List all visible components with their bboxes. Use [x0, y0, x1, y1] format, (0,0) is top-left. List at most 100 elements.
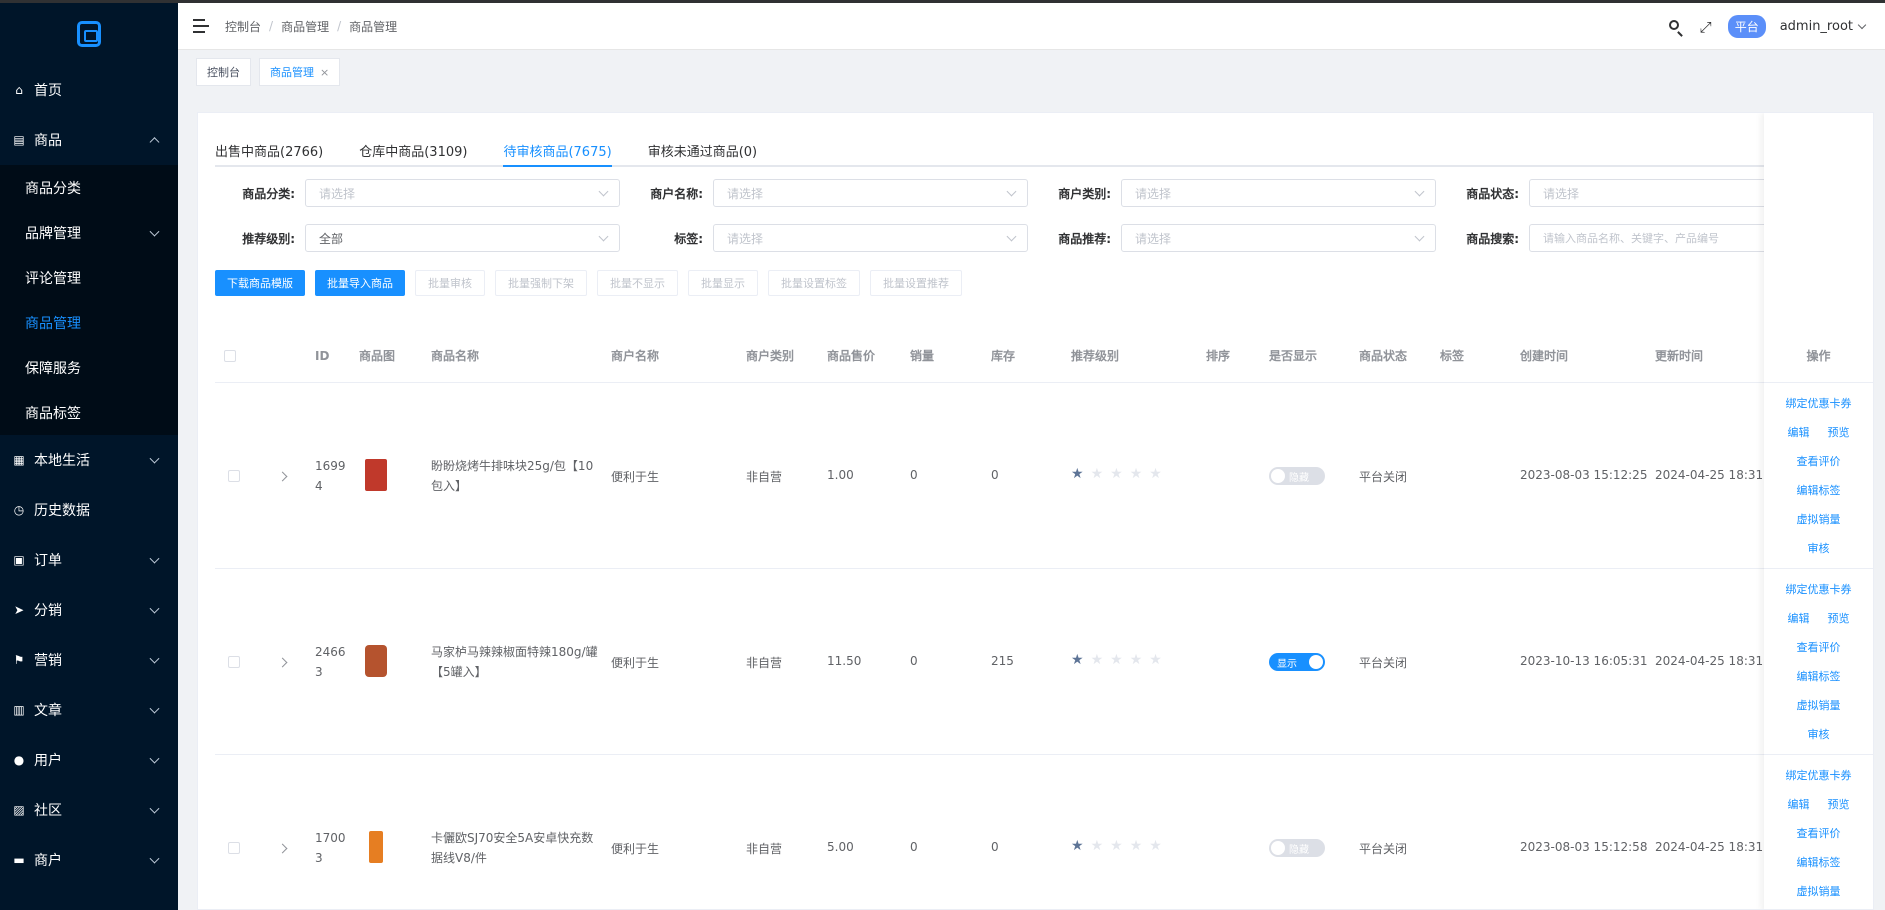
star-icon[interactable]: ★	[1071, 838, 1084, 854]
sidebar-subitem-goods-manage[interactable]: 商品管理	[0, 300, 178, 345]
tab-warehouse[interactable]: 仓库中商品(3109)	[359, 133, 467, 165]
table-row[interactable]: 1699 4 盼盼烧烤牛排味块25g/包【10 包入】 便利于生 非自营 1.00 …	[215, 383, 1855, 569]
edit-link[interactable]: 编辑	[1788, 610, 1810, 626]
bind-coupon-link[interactable]: 绑定优惠卡券	[1786, 767, 1852, 783]
sidebar-subitem-category[interactable]: 商品分类	[0, 165, 178, 210]
star-icon[interactable]: ★	[1130, 652, 1143, 668]
sidebar-item-marketing[interactable]: ⚑ 营销	[0, 635, 178, 685]
table-row[interactable]: 1700 3 卡儷欧SJ70安全5A安卓快充数 据线V8/件 便利于生 非自营 5.…	[215, 755, 1855, 909]
virtual-sales-link[interactable]: 虚拟销量	[1797, 511, 1841, 527]
sidebar-item-home[interactable]: ⌂ 首页	[0, 65, 178, 115]
edit-tag-link[interactable]: 编辑标签	[1797, 482, 1841, 498]
view-reviews-link[interactable]: 查看评价	[1797, 639, 1841, 655]
sidebar-subitem-brand[interactable]: 品牌管理	[0, 210, 178, 255]
show-toggle[interactable]: 隐藏	[1269, 839, 1325, 857]
edit-tag-link[interactable]: 编辑标签	[1797, 854, 1841, 870]
view-reviews-link[interactable]: 查看评价	[1797, 825, 1841, 841]
tag-goods-manage[interactable]: 商品管理 ×	[259, 58, 341, 86]
product-thumbnail[interactable]	[369, 831, 383, 863]
preview-link[interactable]: 预览	[1828, 424, 1850, 440]
merchant-name-select[interactable]: 请选择	[713, 179, 1028, 207]
expand-row-icon[interactable]	[277, 657, 288, 668]
batch-hide-button[interactable]: 批量不显示	[597, 270, 678, 296]
expand-row-icon[interactable]	[277, 843, 288, 854]
row-checkbox[interactable]	[228, 656, 240, 668]
row-checkbox[interactable]	[228, 470, 240, 482]
edit-link[interactable]: 编辑	[1788, 424, 1810, 440]
tab-pending-review[interactable]: 待审核商品(7675)	[503, 133, 612, 167]
tab-rejected[interactable]: 审核未通过商品(0)	[648, 133, 757, 165]
sidebar-item-community[interactable]: ▨ 社区	[0, 785, 178, 835]
star-icon[interactable]: ★	[1091, 838, 1104, 854]
sidebar-item-goods[interactable]: ▤ 商品	[0, 115, 178, 165]
star-icon[interactable]: ★	[1071, 652, 1084, 668]
sidebar-item-history[interactable]: ◷ 历史数据	[0, 485, 178, 535]
search-icon[interactable]	[1668, 19, 1684, 35]
recommend-rating[interactable]: ★ ★ ★ ★ ★	[1071, 838, 1162, 854]
review-link[interactable]: 审核	[1808, 726, 1830, 742]
virtual-sales-link[interactable]: 虚拟销量	[1797, 883, 1841, 899]
bind-coupon-link[interactable]: 绑定优惠卡券	[1786, 581, 1852, 597]
product-thumbnail[interactable]	[365, 645, 387, 677]
tab-on-sale[interactable]: 出售中商品(2766)	[215, 133, 323, 165]
star-icon[interactable]: ★	[1071, 466, 1084, 482]
star-icon[interactable]: ★	[1149, 466, 1162, 482]
recommend-select[interactable]: 请选择	[1121, 224, 1436, 252]
star-icon[interactable]: ★	[1110, 466, 1123, 482]
app-logo[interactable]	[0, 3, 178, 65]
sidebar-subitem-guarantee[interactable]: 保障服务	[0, 345, 178, 390]
expand-row-icon[interactable]	[277, 471, 288, 482]
show-toggle[interactable]: 隐藏	[1269, 467, 1325, 485]
user-dropdown[interactable]: admin_root	[1780, 19, 1867, 34]
sidebar-item-merchant[interactable]: ▬ 商户	[0, 835, 178, 885]
merchant-type-select[interactable]: 请选择	[1121, 179, 1436, 207]
sidebar-item-articles[interactable]: ▥ 文章	[0, 685, 178, 735]
sidebar-subitem-tags[interactable]: 商品标签	[0, 390, 178, 435]
batch-show-button[interactable]: 批量显示	[688, 270, 758, 296]
platform-badge[interactable]: 平台	[1727, 15, 1766, 38]
batch-set-tag-button[interactable]: 批量设置标签	[768, 270, 860, 296]
bind-coupon-link[interactable]: 绑定优惠卡券	[1786, 395, 1852, 411]
batch-force-off-button[interactable]: 批量强制下架	[495, 270, 587, 296]
show-toggle[interactable]: 显示	[1269, 653, 1325, 671]
preview-link[interactable]: 预览	[1828, 610, 1850, 626]
sidebar-item-distribution[interactable]: ➤ 分销	[0, 585, 178, 635]
tag-select[interactable]: 请选择	[713, 224, 1028, 252]
recommend-rating[interactable]: ★ ★ ★ ★ ★	[1071, 466, 1162, 482]
close-icon[interactable]: ×	[320, 66, 329, 79]
tag-dashboard[interactable]: 控制台	[196, 58, 251, 86]
menu-toggle-icon[interactable]	[193, 19, 209, 33]
select-all-checkbox[interactable]	[224, 350, 236, 362]
batch-review-button[interactable]: 批量审核	[415, 270, 485, 296]
sidebar-subitem-reviews[interactable]: 评论管理	[0, 255, 178, 300]
star-icon[interactable]: ★	[1091, 466, 1104, 482]
product-thumbnail[interactable]	[365, 459, 387, 491]
star-icon[interactable]: ★	[1130, 466, 1143, 482]
view-reviews-link[interactable]: 查看评价	[1797, 453, 1841, 469]
category-select[interactable]: 请选择	[305, 179, 620, 207]
batch-import-button[interactable]: 批量导入商品	[315, 270, 405, 296]
sidebar-item-local-life[interactable]: ▦ 本地生活	[0, 435, 178, 485]
breadcrumb-item[interactable]: 控制台	[225, 18, 261, 35]
star-icon[interactable]: ★	[1091, 652, 1104, 668]
search-input[interactable]: 请输入商品名称、关键字、产品编号	[1529, 224, 1802, 252]
preview-link[interactable]: 预览	[1828, 796, 1850, 812]
recommend-rating[interactable]: ★ ★ ★ ★ ★	[1071, 652, 1162, 668]
sidebar-item-users[interactable]: ● 用户	[0, 735, 178, 785]
download-template-button[interactable]: 下载商品模版	[215, 270, 305, 296]
batch-set-recommend-button[interactable]: 批量设置推荐	[870, 270, 962, 296]
row-checkbox[interactable]	[228, 842, 240, 854]
star-icon[interactable]: ★	[1149, 838, 1162, 854]
star-icon[interactable]: ★	[1149, 652, 1162, 668]
star-icon[interactable]: ★	[1130, 838, 1143, 854]
recommend-level-select[interactable]: 全部	[305, 224, 620, 252]
virtual-sales-link[interactable]: 虚拟销量	[1797, 697, 1841, 713]
edit-tag-link[interactable]: 编辑标签	[1797, 668, 1841, 684]
edit-link[interactable]: 编辑	[1788, 796, 1810, 812]
star-icon[interactable]: ★	[1110, 838, 1123, 854]
review-link[interactable]: 审核	[1808, 540, 1830, 556]
table-row[interactable]: 2466 3 马家栌马辣辣椒面特辣180g/罐 【5罐入】 便利于生 非自营 11.…	[215, 569, 1855, 755]
sidebar-item-orders[interactable]: ▣ 订单	[0, 535, 178, 585]
fullscreen-icon[interactable]: ⤢	[1698, 19, 1714, 35]
star-icon[interactable]: ★	[1110, 652, 1123, 668]
